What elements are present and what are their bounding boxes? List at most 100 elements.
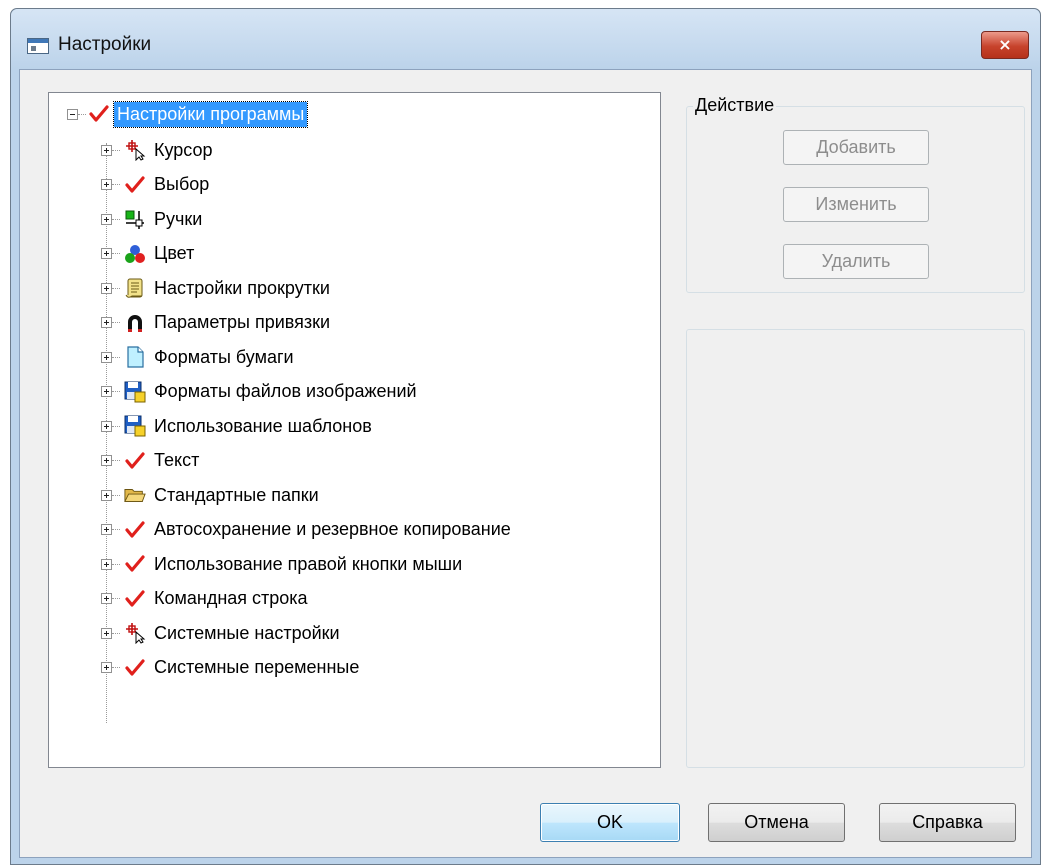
expand-icon[interactable] (101, 593, 112, 604)
expand-icon[interactable] (101, 317, 112, 328)
title-bar[interactable]: Настройки × (11, 9, 1040, 69)
dialog-body: Настройки программы Курсор Выбор Ручки Цвет… (19, 69, 1032, 858)
tree-item-label[interactable]: Использование правой кнопки мыши (154, 554, 462, 575)
tree-branch-line (112, 425, 120, 427)
tree-branch-line (112, 598, 120, 599)
check-icon (124, 174, 146, 196)
expand-icon[interactable] (101, 248, 112, 259)
tree-branch-line (112, 563, 120, 565)
expand-icon[interactable] (101, 386, 112, 397)
tree-branch-line (112, 632, 120, 634)
tree-item-label[interactable]: Выбор (154, 174, 209, 195)
tree-item[interactable]: Форматы бумаги (101, 342, 294, 372)
tree-item-label[interactable]: Автосохранение и резервное копирование (154, 519, 511, 540)
tree-item-label[interactable]: Стандартные папки (154, 485, 319, 506)
expand-icon[interactable] (101, 351, 112, 363)
tree-item[interactable]: Текст (101, 446, 199, 476)
expand-icon[interactable] (101, 627, 112, 639)
tree-item-label[interactable]: Форматы файлов изображений (154, 381, 417, 402)
tree-item[interactable]: Курсор (101, 135, 213, 165)
expand-icon[interactable] (101, 282, 112, 294)
grips-icon (124, 208, 146, 230)
tree-branch-line (112, 184, 120, 185)
help-button[interactable]: Справка (879, 803, 1016, 842)
collapse-icon[interactable] (67, 108, 78, 120)
close-button[interactable]: × (981, 31, 1029, 59)
check-icon (88, 103, 110, 125)
delete-button[interactable]: Удалить (783, 244, 929, 279)
tree-item-label[interactable]: Ручки (154, 209, 202, 230)
cursor-icon (124, 139, 146, 161)
tree-item[interactable]: Форматы файлов изображений (101, 377, 417, 407)
tree-item[interactable]: Параметры привязки (101, 308, 330, 338)
tree-item-label[interactable]: Использование шаблонов (154, 416, 372, 437)
ok-button[interactable]: OK (540, 803, 680, 842)
expand-icon[interactable] (101, 179, 112, 190)
tree-branch-line (112, 149, 120, 151)
expand-icon[interactable] (101, 455, 112, 466)
tree-item[interactable]: Ручки (101, 204, 202, 234)
cancel-button[interactable]: Отмена (708, 803, 845, 842)
folder-icon (124, 484, 146, 506)
magnet-icon (124, 312, 146, 334)
tree-item-label[interactable]: Курсор (154, 140, 213, 161)
check-icon (124, 450, 146, 472)
tree-item[interactable]: Использование шаблонов (101, 411, 372, 441)
tree-branch-line (112, 529, 120, 530)
expand-icon[interactable] (101, 662, 112, 673)
tree-branch-line (112, 356, 120, 358)
tree-branch-line (112, 667, 120, 668)
tree-branch-line (112, 218, 120, 220)
action-group-title: Действие (693, 95, 777, 116)
expand-icon[interactable] (101, 213, 112, 225)
add-button[interactable]: Добавить (783, 130, 929, 165)
floppy-icon (124, 381, 146, 403)
settings-tree[interactable]: Настройки программы Курсор Выбор Ручки Цвет… (48, 92, 661, 768)
expand-icon[interactable] (101, 489, 112, 501)
window-title: Настройки (58, 34, 152, 55)
tree-item[interactable]: Цвет (101, 239, 194, 269)
color-icon (124, 243, 146, 265)
expand-icon[interactable] (101, 524, 112, 535)
tree-branch-line (112, 460, 120, 461)
tree-branch-line (112, 287, 120, 289)
tree-item[interactable]: Использование правой кнопки мыши (101, 549, 462, 579)
tree-item[interactable]: Выбор (101, 170, 209, 200)
check-icon (124, 657, 146, 679)
tree-item-label[interactable]: Командная строка (154, 588, 308, 609)
tree-item[interactable]: Настройки прокрутки (101, 273, 330, 303)
settings-dialog: Настройки × Настройки программы Курсор Вы… (10, 8, 1041, 865)
tree-item[interactable]: Автосохранение и резервное копирование (101, 515, 511, 545)
tree-item[interactable]: Системные настройки (101, 618, 340, 648)
tree-item-label[interactable]: Цвет (154, 243, 194, 264)
tree-item-label[interactable]: Настройки прокрутки (154, 278, 330, 299)
tree-item-label[interactable]: Системные настройки (154, 623, 340, 644)
check-icon (124, 553, 146, 575)
app-window-icon (27, 38, 49, 54)
tree-item[interactable]: Стандартные папки (101, 480, 319, 510)
expand-icon[interactable] (101, 420, 112, 432)
cursor-icon (124, 622, 146, 644)
action-groupbox: Действие Добавить Изменить Удалить (686, 95, 1025, 293)
expand-icon[interactable] (101, 144, 112, 156)
tree-item-label[interactable]: Системные переменные (154, 657, 359, 678)
expand-icon[interactable] (101, 558, 112, 570)
tree-root-item[interactable]: Настройки программы (67, 99, 309, 129)
tree-root-label[interactable]: Настройки программы (112, 100, 309, 128)
tree-branch-line (78, 113, 86, 115)
scroll-icon (124, 277, 146, 299)
edit-button[interactable]: Изменить (783, 187, 929, 222)
tree-branch-line (112, 391, 120, 392)
tree-branch-line (112, 253, 120, 254)
tree-item[interactable]: Командная строка (101, 584, 308, 614)
tree-item-label[interactable]: Параметры привязки (154, 312, 330, 333)
floppy-icon (124, 415, 146, 437)
tree-item[interactable]: Системные переменные (101, 653, 359, 683)
tree-item-label[interactable]: Форматы бумаги (154, 347, 294, 368)
tree-item-label[interactable]: Текст (154, 450, 199, 471)
tree-branch-line (112, 322, 120, 323)
check-icon (124, 519, 146, 541)
tree-branch-line (112, 494, 120, 496)
details-panel (686, 329, 1025, 768)
paper-icon (124, 346, 146, 368)
